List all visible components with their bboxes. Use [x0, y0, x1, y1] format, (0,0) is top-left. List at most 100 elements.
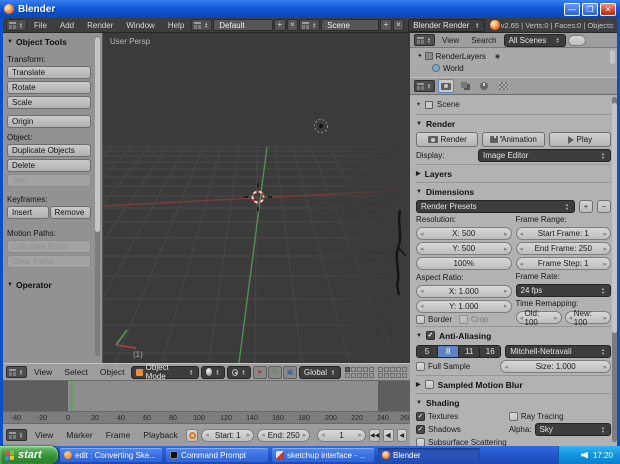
- add-layout-button[interactable]: +: [274, 19, 286, 31]
- delete-scene-button[interactable]: ×: [393, 19, 405, 31]
- aa-filter-select[interactable]: Mitchell-Netravali: [505, 345, 611, 358]
- remap-old-field[interactable]: Old: 100: [516, 311, 562, 324]
- outliner-menu-search[interactable]: Search: [466, 36, 501, 45]
- calculate-paths-button[interactable]: Calculate Paths: [7, 240, 91, 253]
- timeline-editor-type-button[interactable]: [6, 429, 27, 441]
- origin-button[interactable]: Origin: [7, 115, 91, 128]
- menu-window[interactable]: Window: [120, 21, 160, 30]
- properties-editor-type-button[interactable]: [414, 80, 435, 92]
- current-frame-field[interactable]: 1: [317, 429, 366, 442]
- mode-select[interactable]: Object Mode: [131, 366, 198, 379]
- textures-checkbox[interactable]: [416, 412, 425, 421]
- taskbar-item-browser[interactable]: edit : Converting Ske...: [60, 448, 162, 462]
- add-scene-button[interactable]: +: [380, 19, 392, 31]
- play-reverse-button[interactable]: ◀: [397, 429, 407, 442]
- operator-panel-header[interactable]: ▼Operator: [7, 280, 91, 290]
- render-button[interactable]: Render: [416, 132, 478, 147]
- viewport-editor-type-button[interactable]: [6, 366, 27, 378]
- resolution-y-field[interactable]: Y: 500: [416, 242, 512, 255]
- motion-blur-checkbox[interactable]: [425, 380, 434, 389]
- auto-keyframe-record-button[interactable]: [186, 429, 198, 442]
- aa-samples-segmented[interactable]: 5 8 11 16: [416, 345, 501, 358]
- timeline-menu-view[interactable]: View: [30, 430, 58, 440]
- outliner-editor-type-button[interactable]: [414, 34, 435, 46]
- scene-name-field[interactable]: Scene: [321, 19, 379, 31]
- aa-samples-8[interactable]: 8: [438, 346, 459, 357]
- timeline-menu-frame[interactable]: Frame: [101, 430, 136, 440]
- render-toggle-icon[interactable]: ◉: [495, 53, 500, 60]
- shadows-checkbox[interactable]: [416, 425, 425, 434]
- display-select[interactable]: Image Editor: [478, 149, 611, 162]
- object-tools-panel-header[interactable]: ▼Object Tools: [7, 37, 91, 47]
- timeline-ruler[interactable]: -40 -20 0 20 40 60 80 100 120 140 160 18…: [3, 411, 410, 423]
- menu-render[interactable]: Render: [81, 21, 119, 30]
- start-frame-field[interactable]: Start Frame: 1: [516, 227, 612, 240]
- tool-shelf-scrollbar-thumb[interactable]: [95, 37, 100, 232]
- delete-layout-button[interactable]: ×: [287, 19, 299, 31]
- remove-preset-button[interactable]: −: [597, 200, 611, 213]
- remap-new-field[interactable]: New: 100: [565, 311, 611, 324]
- pin-icon[interactable]: ✦: [416, 101, 421, 108]
- outliner-menu-view[interactable]: View: [437, 36, 464, 45]
- screen-layout-field[interactable]: Default: [213, 19, 273, 31]
- tab-scene[interactable]: [476, 79, 492, 93]
- volume-icon[interactable]: [581, 452, 588, 459]
- previous-keyframe-button[interactable]: ◀|: [383, 429, 393, 442]
- aa-samples-5[interactable]: 5: [417, 346, 438, 357]
- shading-panel-header[interactable]: ▼Shading: [416, 396, 611, 409]
- transform-orientation-select[interactable]: Global: [299, 366, 341, 379]
- aspect-x-field[interactable]: X: 1.000: [416, 285, 512, 298]
- viewport-menu-object[interactable]: Object: [95, 367, 130, 377]
- anti-aliasing-panel-header[interactable]: ▼Anti-Aliasing: [416, 329, 611, 342]
- add-preset-button[interactable]: +: [579, 200, 593, 213]
- start-frame-field[interactable]: Start: 1: [201, 429, 254, 442]
- current-frame-marker[interactable]: [71, 381, 73, 411]
- delete-button[interactable]: Delete: [7, 159, 91, 172]
- timeline-menu-playback[interactable]: Playback: [138, 430, 183, 440]
- tab-render-layers[interactable]: [457, 79, 473, 93]
- clear-paths-button[interactable]: Clear Paths: [7, 255, 91, 268]
- aspect-y-field[interactable]: Y: 1.000: [416, 300, 512, 313]
- taskbar-item-sketchup[interactable]: sketchup interface - ...: [272, 448, 374, 462]
- full-sample-checkbox[interactable]: [416, 362, 425, 371]
- rotate-manipulator-button[interactable]: ↻: [268, 366, 282, 379]
- editor-type-button[interactable]: [6, 19, 27, 31]
- menu-help[interactable]: Help: [162, 21, 190, 30]
- taskbar-item-blender[interactable]: Blender: [378, 448, 480, 462]
- menu-file[interactable]: File: [28, 21, 53, 30]
- border-checkbox[interactable]: [416, 315, 425, 324]
- close-button[interactable]: ✕: [600, 3, 616, 16]
- resolution-x-field[interactable]: X: 500: [416, 227, 512, 240]
- translate-manipulator-button[interactable]: ➤: [253, 366, 267, 379]
- maximize-button[interactable]: ❐: [582, 3, 598, 16]
- animation-button[interactable]: Animation: [482, 132, 544, 147]
- viewport-menu-view[interactable]: View: [29, 367, 57, 377]
- anti-aliasing-checkbox[interactable]: [426, 331, 435, 340]
- outliner-display-filter[interactable]: All Scenes: [504, 34, 566, 47]
- tab-world[interactable]: [495, 79, 511, 93]
- outliner-item-renderlayers[interactable]: ● RenderLayers ◉: [410, 50, 617, 62]
- remove-keyframe-button[interactable]: Remove: [50, 206, 92, 219]
- aa-samples-16[interactable]: 16: [480, 346, 500, 357]
- pivot-point-select[interactable]: [227, 366, 251, 379]
- join-button[interactable]: Join: [7, 174, 91, 187]
- jump-to-start-button[interactable]: ◀◀: [369, 429, 380, 442]
- properties-scrollbar-thumb[interactable]: [612, 103, 617, 333]
- crop-checkbox[interactable]: [459, 315, 468, 324]
- scale-button[interactable]: Scale: [7, 96, 91, 109]
- render-panel-header[interactable]: ▼Render: [416, 117, 611, 130]
- translate-button[interactable]: Translate: [7, 66, 91, 79]
- layers-panel-header[interactable]: ▶Layers: [416, 167, 611, 180]
- timeline-editor[interactable]: -40 -20 0 20 40 60 80 100 120 140 160 18…: [3, 381, 410, 423]
- timeline-menu-marker[interactable]: Marker: [61, 430, 97, 440]
- insert-keyframe-button[interactable]: Insert: [7, 206, 49, 219]
- outliner-item-world[interactable]: World: [410, 62, 617, 74]
- viewport-shading-select[interactable]: [201, 366, 225, 379]
- scene-icon-button[interactable]: [299, 19, 320, 31]
- viewport-menu-select[interactable]: Select: [59, 367, 93, 377]
- minimize-button[interactable]: —: [564, 3, 580, 16]
- menu-add[interactable]: Add: [54, 21, 80, 30]
- render-engine-select[interactable]: Blender Render: [408, 19, 485, 32]
- outliner-search-box[interactable]: [568, 35, 586, 46]
- end-frame-field[interactable]: End: 250: [257, 429, 310, 442]
